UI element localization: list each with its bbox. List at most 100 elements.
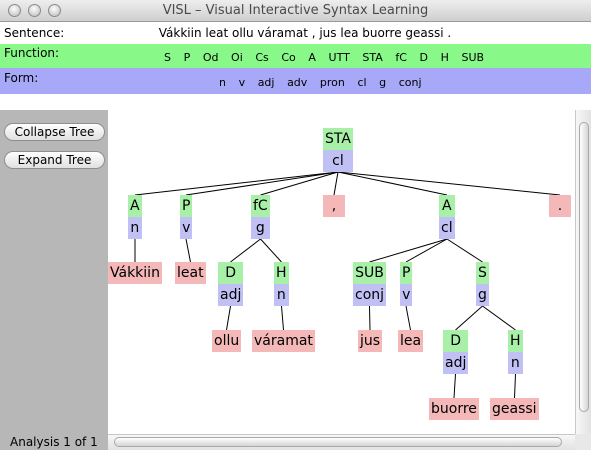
function-tag: A <box>308 51 316 64</box>
form-tag: cl <box>357 76 367 89</box>
tree-edge <box>453 373 456 399</box>
form-label: g <box>251 217 270 239</box>
word-label: ollu <box>212 330 242 352</box>
form-label: n <box>128 217 142 239</box>
tree-constituent-node[interactable]: Hn <box>508 330 523 374</box>
function-label: H <box>274 262 289 284</box>
function-label: H <box>508 330 523 352</box>
tree-word-node[interactable]: , <box>323 195 345 217</box>
word-label: . <box>549 195 571 217</box>
form-tag-legend: n v adj adv pron cl g conj <box>219 76 434 89</box>
form-label: v <box>400 284 413 306</box>
tree-edge <box>226 305 231 331</box>
tree-edge <box>337 171 561 196</box>
tree-word-node[interactable]: leat <box>175 262 206 284</box>
form-tag: v <box>238 76 246 89</box>
tree-constituent-node[interactable]: Sg <box>476 262 489 306</box>
word-label: váramat <box>252 330 315 352</box>
function-label: P <box>180 195 193 217</box>
function-tag: D <box>419 51 429 64</box>
horizontal-scrollbar[interactable] <box>108 434 575 450</box>
form-tag: adj <box>257 76 275 89</box>
function-tag-legend: S P Od Oi Cs Co A UTT STA fC D H SUB <box>164 51 497 64</box>
tree-constituent-node[interactable]: fC g <box>251 195 270 239</box>
word-label: buorre <box>429 398 479 420</box>
tree-word-node[interactable]: váramat <box>252 330 315 352</box>
tree-edge <box>514 373 516 399</box>
tree-edge <box>260 238 282 263</box>
function-tag: STA <box>362 51 383 64</box>
word-label: , <box>323 195 345 217</box>
vertical-scroll-thumb[interactable] <box>579 122 589 412</box>
tree-edge <box>446 238 483 263</box>
tree-constituent-node[interactable]: Acl <box>439 195 455 239</box>
function-label: D <box>443 330 469 352</box>
word-label: geassi <box>490 398 539 420</box>
form-tag: adv <box>287 76 308 89</box>
tree-edge <box>230 238 261 263</box>
tree-word-node[interactable]: Vákkiin <box>108 262 162 284</box>
function-tag: Od <box>202 51 219 64</box>
tree-edge <box>455 305 483 331</box>
sidebar: Collapse Tree Expand Tree <box>0 110 108 450</box>
vertical-scrollbar[interactable] <box>575 110 591 435</box>
function-label: SUB <box>353 262 387 284</box>
tree-constituent-node[interactable]: Pv <box>180 195 193 239</box>
tree-edge <box>405 238 448 263</box>
form-tag: g <box>379 76 387 89</box>
tree-word-node[interactable]: . <box>549 195 571 217</box>
form-label: v <box>180 217 193 239</box>
tree-edge <box>333 171 339 196</box>
function-tag: UTT <box>328 51 350 64</box>
function-legend-row: Function: S P Od Oi Cs Co A UTT STA fC D H SUB <box>0 44 591 68</box>
word-label: leat <box>175 262 206 284</box>
tree-word-node[interactable]: geassi <box>490 398 539 420</box>
tree-edge <box>260 171 339 196</box>
tree-constituent-node[interactable]: Dadj <box>218 262 244 306</box>
form-tag: pron <box>319 76 345 89</box>
function-label: fC <box>251 195 270 217</box>
form-label: Form: <box>4 71 39 85</box>
tree-edge <box>134 171 339 196</box>
sentence-row: Sentence: Vákkiin leat ollu váramat , ju… <box>0 22 591 44</box>
function-label: A <box>128 195 142 217</box>
function-tag: S <box>164 51 171 64</box>
function-label: STA <box>323 128 353 150</box>
function-tag: Oi <box>231 51 243 64</box>
tree-edge <box>405 305 411 331</box>
function-label: A <box>439 195 455 217</box>
horizontal-scroll-thumb[interactable] <box>114 437 562 447</box>
tree-edge <box>337 171 448 196</box>
collapse-tree-button[interactable]: Collapse Tree <box>4 123 105 141</box>
tree-constituent-node[interactable]: An <box>128 195 142 239</box>
form-legend-row: Form: n v adj adv pron cl g conj <box>0 68 591 94</box>
form-label: cl <box>439 217 455 239</box>
form-tag: conj <box>398 76 422 89</box>
tree-word-node[interactable]: jus <box>358 330 383 352</box>
form-tag: n <box>219 76 226 89</box>
tree-edge <box>281 305 284 331</box>
function-tag: Co <box>281 51 296 64</box>
sentence-text: Vákkiin leat ollu váramat , jus lea buor… <box>158 26 452 40</box>
form-label: g <box>476 284 489 306</box>
tree-constituent-node[interactable]: Hn <box>274 262 289 306</box>
tree-constituent-node[interactable]: Pv <box>400 262 413 306</box>
function-label: D <box>218 262 244 284</box>
tree-word-node[interactable]: buorre <box>429 398 479 420</box>
tree-constituent-node[interactable]: STA cl <box>323 128 353 172</box>
tree-word-node[interactable]: ollu <box>212 330 242 352</box>
tree-constituent-node[interactable]: Dadj <box>443 330 469 374</box>
expand-tree-button[interactable]: Expand Tree <box>4 151 105 169</box>
function-label: P <box>400 262 413 284</box>
tree-word-node[interactable]: lea <box>398 330 424 352</box>
form-label: n <box>508 352 523 374</box>
function-tag: P <box>183 51 191 64</box>
tree-edge <box>482 305 516 331</box>
form-label: adj <box>218 284 244 306</box>
tree-constituent-node[interactable]: SUB conj <box>353 262 387 306</box>
function-label: S <box>476 262 489 284</box>
scroll-corner <box>575 434 591 450</box>
form-label: conj <box>353 284 387 306</box>
tree-edge <box>369 305 371 331</box>
function-tag: SUB <box>461 51 485 64</box>
